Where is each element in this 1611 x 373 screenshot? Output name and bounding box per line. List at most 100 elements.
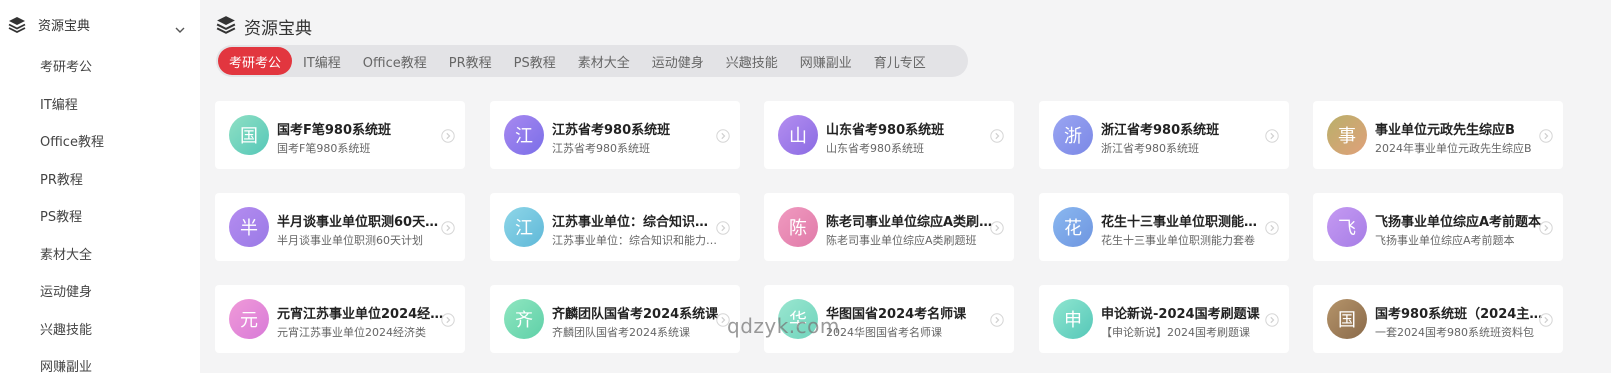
tab-yuer[interactable]: 育儿专区	[863, 47, 937, 75]
chevron-right-circle-icon[interactable]	[990, 128, 1004, 143]
resource-card[interactable]: 元元宵江苏事业单位2024经济类 元宵江苏事业单位2024经济类	[215, 285, 465, 353]
card-avatar: 飞	[1327, 207, 1367, 247]
page-title: 资源宝典	[244, 19, 312, 39]
card-avatar: 山	[778, 115, 818, 155]
card-avatar: 国	[229, 115, 269, 155]
resource-card[interactable]: 半半月谈事业单位职测60天计划 半月谈事业单位职测60天计划	[215, 193, 465, 261]
card-subtitle: 飞扬事业单位综应A考前题本	[1375, 234, 1515, 247]
card-avatar: 江	[504, 207, 544, 247]
card-avatar: 半	[229, 207, 269, 247]
resource-card[interactable]: 花花生十三事业单位职测能力套卷 花生十三事业单位职测能力套卷	[1039, 193, 1289, 261]
card-subtitle: 江苏省考980系统班	[552, 142, 650, 155]
card-title: 陈老司事业单位综应A类刷题班	[826, 215, 994, 230]
category-tabs: 考研考公 IT编程 Office教程 PR教程 PS教程 素材大全 运动健身 兴…	[216, 45, 968, 77]
card-title: 山东省考980系统班	[826, 123, 945, 138]
card-subtitle: 齐麟团队国省考2024系统课	[552, 326, 690, 339]
tab-office[interactable]: Office教程	[352, 47, 438, 75]
chevron-right-circle-icon[interactable]	[716, 128, 730, 143]
card-title: 飞扬事业单位综应A考前题本	[1375, 215, 1542, 230]
card-avatar: 陈	[778, 207, 818, 247]
resource-card[interactable]: 飞飞扬事业单位综应A考前题本 飞扬事业单位综应A考前题本	[1313, 193, 1563, 261]
card-title: 华图国省2024考名师课	[826, 307, 967, 322]
tab-xingqu[interactable]: 兴趣技能	[715, 47, 789, 75]
tab-yundong[interactable]: 运动健身	[641, 47, 715, 75]
resource-card[interactable]: 江江苏省考980系统班 江苏省考980系统班	[490, 101, 740, 169]
card-title: 浙江省考980系统班	[1101, 123, 1220, 138]
sidebar: 资源宝典 考研考公 IT编程 Office教程 PR教程 PS教程 素材大全 运…	[0, 0, 200, 373]
card-title: 半月谈事业单位职测60天计划	[277, 215, 445, 230]
sidebar-item-xingqu[interactable]: 兴趣技能	[40, 319, 92, 338]
layers-icon	[216, 15, 236, 39]
card-subtitle: 2024华图国省考名师课	[826, 326, 942, 339]
card-subtitle: 【申论新说】2024国考刷题课	[1101, 326, 1250, 339]
chevron-right-circle-icon[interactable]	[1539, 220, 1553, 235]
sidebar-item-wangzhuan[interactable]: 网赚副业	[40, 356, 92, 373]
chevron-right-circle-icon[interactable]	[1265, 312, 1279, 327]
card-subtitle: 浙江省考980系统班	[1101, 142, 1199, 155]
chevron-right-circle-icon[interactable]	[1265, 220, 1279, 235]
resource-card[interactable]: 齐齐麟团队国省考2024系统课 齐麟团队国省考2024系统课	[490, 285, 740, 353]
card-subtitle: 国考F笔980系统班	[277, 142, 371, 155]
chevron-right-circle-icon[interactable]	[1265, 128, 1279, 143]
tab-it[interactable]: IT编程	[292, 47, 352, 75]
card-title: 申论新说-2024国考刷题课	[1101, 307, 1260, 322]
chevron-right-circle-icon[interactable]	[990, 312, 1004, 327]
card-subtitle: 元宵江苏事业单位2024经济类	[277, 326, 426, 339]
tab-pr[interactable]: PR教程	[438, 47, 503, 75]
sidebar-section-title: 资源宝典	[38, 19, 91, 34]
resource-card[interactable]: 国国考F笔980系统班 国考F笔980系统班	[215, 101, 465, 169]
resource-card[interactable]: 事事业单位元政先生综应B 2024年事业单位元政先生综应B	[1313, 101, 1563, 169]
chevron-right-circle-icon[interactable]	[1539, 128, 1553, 143]
resource-card[interactable]: 浙浙江省考980系统班 浙江省考980系统班	[1039, 101, 1289, 169]
sidebar-item-office[interactable]: Office教程	[40, 131, 104, 150]
card-avatar: 江	[504, 115, 544, 155]
card-title: 齐麟团队国省考2024系统课	[552, 307, 719, 322]
sidebar-item-kaoyan[interactable]: 考研考公	[40, 56, 92, 75]
card-avatar: 浙	[1053, 115, 1093, 155]
sidebar-item-ps[interactable]: PS教程	[40, 206, 82, 225]
tab-kaoyan[interactable]: 考研考公	[218, 47, 293, 75]
card-avatar: 花	[1053, 207, 1093, 247]
sidebar-item-it[interactable]: IT编程	[40, 94, 78, 113]
tab-wangzhuan[interactable]: 网赚副业	[789, 47, 863, 75]
sidebar-item-sucai[interactable]: 素材大全	[40, 244, 92, 263]
card-subtitle: 江苏事业单位：综合知识和能力素质	[552, 234, 720, 247]
chevron-right-circle-icon[interactable]	[716, 220, 730, 235]
card-subtitle: 半月谈事业单位职测60天计划	[277, 234, 423, 247]
sidebar-item-yundong[interactable]: 运动健身	[40, 281, 92, 300]
card-subtitle: 2024年事业单位元政先生综应B	[1375, 142, 1532, 155]
card-avatar: 事	[1327, 115, 1367, 155]
card-avatar: 元	[229, 299, 269, 339]
card-subtitle: 陈老司事业单位综应A类刷题班	[826, 234, 977, 247]
card-title: 江苏省考980系统班	[552, 123, 671, 138]
tab-ps[interactable]: PS教程	[503, 47, 567, 75]
watermark-text: qdzyk.com	[727, 314, 840, 338]
layers-icon	[8, 16, 26, 38]
tab-sucai[interactable]: 素材大全	[567, 47, 641, 75]
resource-card[interactable]: 山山东省考980系统班 山东省考980系统班	[764, 101, 1014, 169]
chevron-right-circle-icon[interactable]	[441, 220, 455, 235]
card-title: 国考980系统班（2024主题课）	[1375, 307, 1543, 322]
chevron-right-circle-icon[interactable]	[1539, 312, 1553, 327]
chevron-right-circle-icon[interactable]	[441, 128, 455, 143]
card-subtitle: 花生十三事业单位职测能力套卷	[1101, 234, 1255, 247]
page-header: 资源宝典	[216, 14, 312, 39]
resource-card[interactable]: 申申论新说-2024国考刷题课 【申论新说】2024国考刷题课	[1039, 285, 1289, 353]
card-title: 国考F笔980系统班	[277, 123, 392, 138]
sidebar-section-header[interactable]: 资源宝典	[0, 10, 200, 40]
resource-card[interactable]: 江江苏事业单位：综合知识和能力 江苏事业单位：综合知识和能力素质	[490, 193, 740, 261]
card-title: 花生十三事业单位职测能力套卷	[1101, 215, 1269, 230]
card-subtitle: 一套2024国考980系统班资料包	[1375, 326, 1534, 339]
sidebar-item-pr[interactable]: PR教程	[40, 169, 83, 188]
chevron-right-circle-icon[interactable]	[441, 312, 455, 327]
card-title: 元宵江苏事业单位2024经济类	[277, 307, 445, 322]
chevron-down-icon[interactable]	[175, 19, 185, 38]
card-title: 事业单位元政先生综应B	[1375, 123, 1515, 138]
card-subtitle: 山东省考980系统班	[826, 142, 924, 155]
resource-card[interactable]: 陈陈老司事业单位综应A类刷题班 陈老司事业单位综应A类刷题班	[764, 193, 1014, 261]
chevron-right-circle-icon[interactable]	[990, 220, 1004, 235]
card-avatar: 齐	[504, 299, 544, 339]
card-avatar: 申	[1053, 299, 1093, 339]
resource-card[interactable]: 国国考980系统班（2024主题课） 一套2024国考980系统班资料包	[1313, 285, 1563, 353]
card-title: 江苏事业单位：综合知识和能力	[552, 215, 720, 230]
